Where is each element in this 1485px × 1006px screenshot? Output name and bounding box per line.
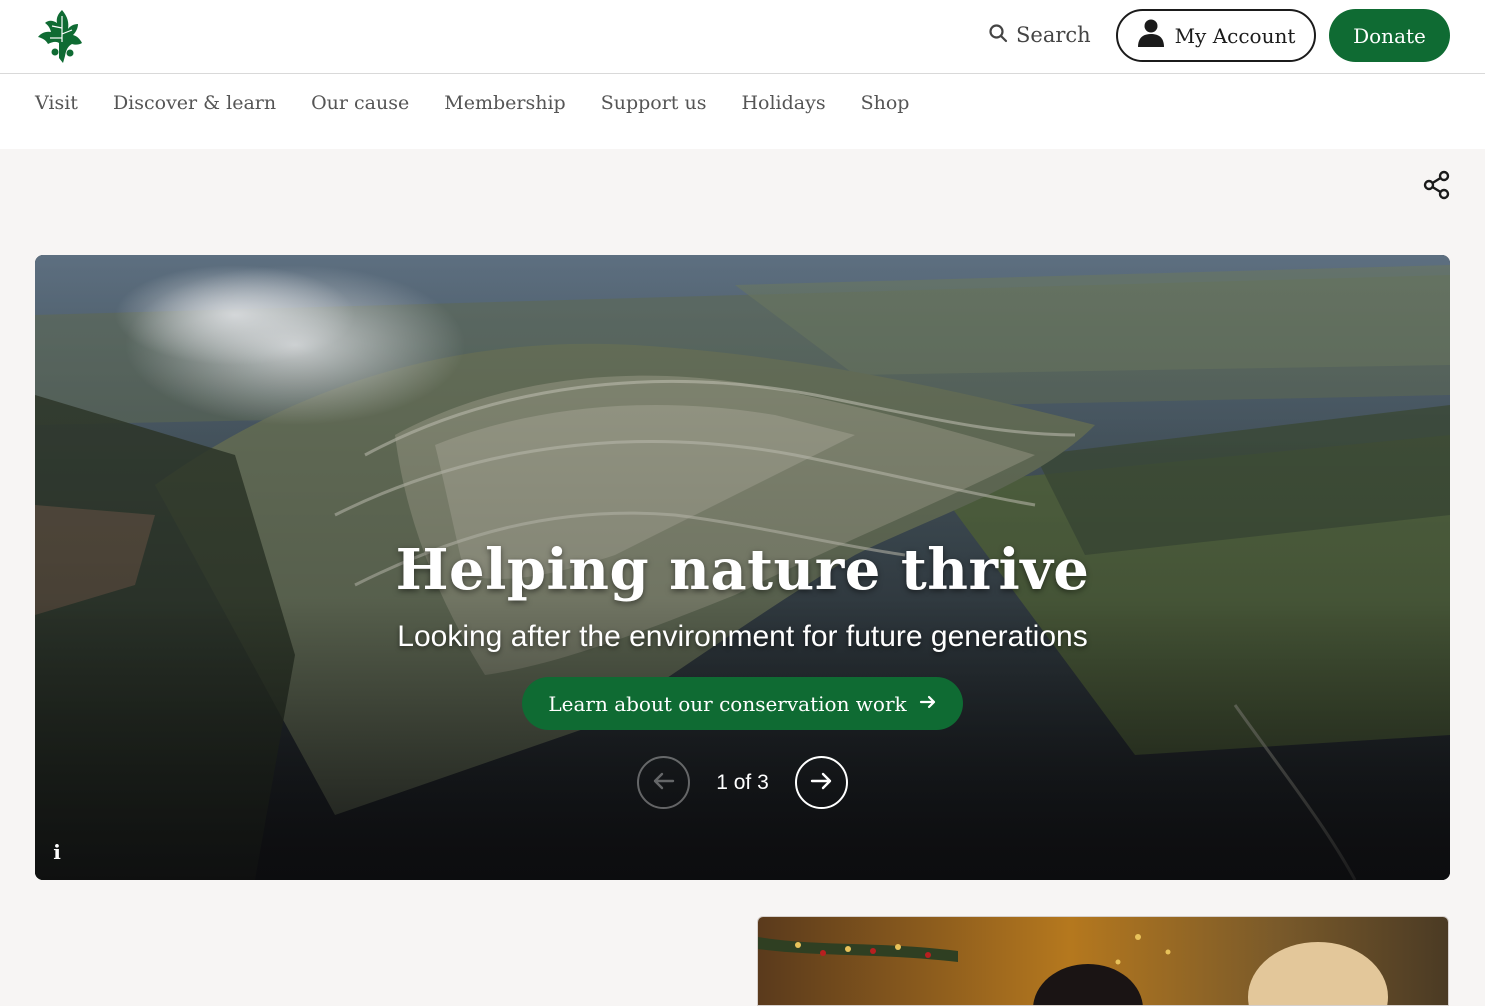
arrow-right-icon bbox=[919, 692, 937, 716]
oak-leaf-logo-icon[interactable] bbox=[32, 6, 92, 64]
nav-item-visit[interactable]: Visit bbox=[35, 92, 78, 114]
nav-item-holidays[interactable]: Holidays bbox=[741, 92, 825, 114]
share-icon[interactable] bbox=[1422, 170, 1452, 200]
nav-item-our-cause[interactable]: Our cause bbox=[311, 92, 409, 114]
site-header: Search My Account Donate bbox=[0, 0, 1485, 74]
carousel-prev-button[interactable] bbox=[637, 756, 691, 809]
search-icon bbox=[988, 23, 1008, 48]
info-icon[interactable]: i bbox=[47, 840, 67, 864]
my-account-label: My Account bbox=[1174, 23, 1296, 48]
my-account-button[interactable]: My Account bbox=[1116, 9, 1316, 62]
hero-subtitle: Looking after the environment for future… bbox=[397, 620, 1088, 653]
nav-item-support-us[interactable]: Support us bbox=[601, 92, 707, 114]
main-navigation: Visit Discover & learn Our cause Members… bbox=[0, 74, 1485, 149]
hero-title: Helping nature thrive bbox=[395, 537, 1090, 603]
donate-button[interactable]: Donate bbox=[1329, 9, 1450, 62]
nav-item-discover-learn[interactable]: Discover & learn bbox=[113, 92, 276, 114]
learn-conservation-button[interactable]: Learn about our conservation work bbox=[522, 677, 963, 730]
festive-scene-image bbox=[758, 917, 1448, 1005]
arrow-left-icon bbox=[651, 768, 677, 798]
user-icon bbox=[1137, 18, 1165, 53]
hero-content: Helping nature thrive Looking after the … bbox=[35, 535, 1450, 809]
arrow-right-icon bbox=[808, 768, 834, 798]
nav-item-shop[interactable]: Shop bbox=[861, 92, 910, 114]
search-label: Search bbox=[1016, 23, 1091, 47]
carousel-counter: 1 of 3 bbox=[716, 770, 769, 794]
nav-item-membership[interactable]: Membership bbox=[444, 92, 565, 114]
cta-label: Learn about our conservation work bbox=[548, 691, 907, 716]
search-button[interactable]: Search bbox=[988, 18, 1091, 52]
carousel-controls: 1 of 3 bbox=[637, 756, 848, 809]
carousel-next-button[interactable] bbox=[794, 756, 848, 809]
hero-banner: Helping nature thrive Looking after the … bbox=[35, 255, 1450, 880]
featured-card-image[interactable] bbox=[757, 916, 1449, 1006]
